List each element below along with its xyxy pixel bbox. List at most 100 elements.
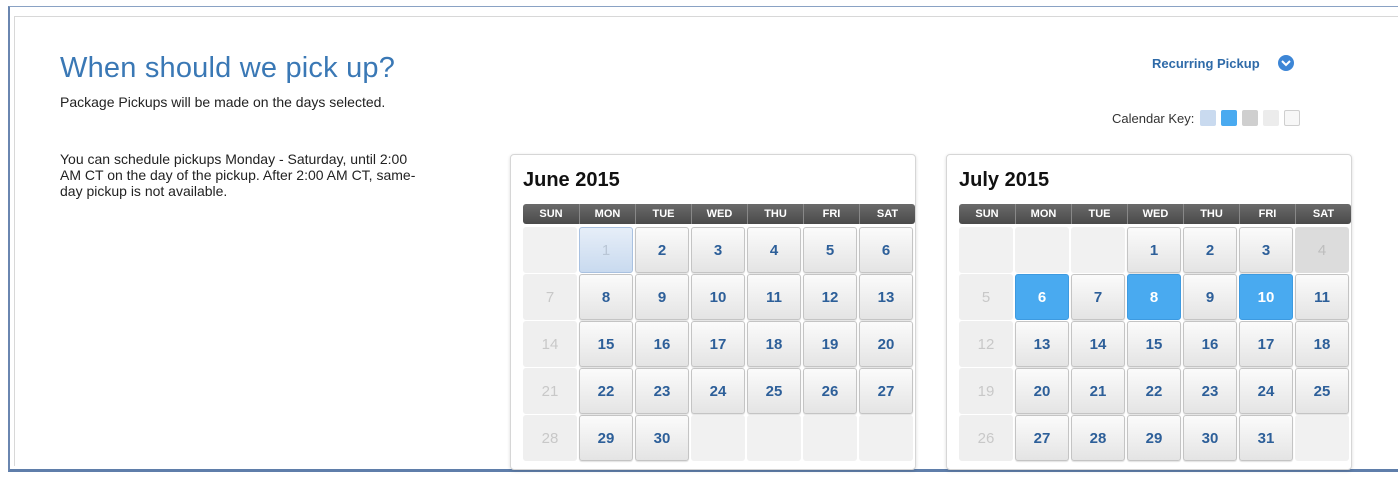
- key-swatch-available: [1284, 110, 1301, 126]
- day-cell-2[interactable]: 2: [635, 227, 689, 273]
- day-cell-16[interactable]: 16: [1183, 321, 1237, 367]
- day-cell-2[interactable]: 2: [1183, 227, 1237, 273]
- day-cell-7[interactable]: 7: [1071, 274, 1125, 320]
- day-cell-17[interactable]: 17: [1239, 321, 1293, 367]
- day-cell-29[interactable]: 29: [579, 415, 633, 461]
- weekday-thu: THU: [1183, 204, 1239, 224]
- day-cell-6[interactable]: 6: [1015, 274, 1069, 320]
- day-cell-18[interactable]: 18: [1295, 321, 1349, 367]
- day-cell-27[interactable]: 27: [859, 368, 913, 414]
- key-swatch-unavailable: [1263, 110, 1280, 126]
- empty-day-cell: [523, 227, 577, 273]
- day-cell-13[interactable]: 13: [1015, 321, 1069, 367]
- weekday-sun: SUN: [539, 208, 563, 220]
- day-cell-23[interactable]: 23: [635, 368, 689, 414]
- day-cell-25[interactable]: 25: [1295, 368, 1349, 414]
- weekday-header: SUN MON TUE WED THU FRI SAT: [959, 204, 1351, 224]
- day-cell-29[interactable]: 29: [1127, 415, 1181, 461]
- weekday-sat: SAT: [859, 204, 915, 224]
- day-cell-12[interactable]: 12: [803, 274, 857, 320]
- empty-day-cell: [1015, 227, 1069, 273]
- day-cell-21: 21: [523, 368, 577, 414]
- weekday-mon: MON: [579, 204, 635, 224]
- pickup-info-text: Package Pickups will be made on the days…: [60, 94, 386, 110]
- day-cell-31[interactable]: 31: [1239, 415, 1293, 461]
- day-cell-1[interactable]: 1: [1127, 227, 1181, 273]
- day-cell-4: 4: [1295, 227, 1349, 273]
- weekday-mon: MON: [1015, 204, 1071, 224]
- day-grid: 1 2 3 4 5 6 7 8 9 10 11 12 13 14 15 16 17 18 19 20 21 22 23 24 2…: [959, 227, 1351, 461]
- day-cell-22[interactable]: 22: [1127, 368, 1181, 414]
- empty-day-cell: [959, 227, 1013, 273]
- key-swatch-holiday: [1242, 110, 1259, 126]
- day-cell-15[interactable]: 15: [1127, 321, 1181, 367]
- day-cell-10[interactable]: 10: [1239, 274, 1293, 320]
- day-cell-24[interactable]: 24: [1239, 368, 1293, 414]
- day-cell-28: 28: [523, 415, 577, 461]
- day-cell-1: 1: [579, 227, 633, 273]
- day-cell-9[interactable]: 9: [635, 274, 689, 320]
- day-cell-23[interactable]: 23: [1183, 368, 1237, 414]
- day-cell-11[interactable]: 11: [1295, 274, 1349, 320]
- key-swatch-selected: [1221, 110, 1238, 126]
- day-cell-14[interactable]: 14: [1071, 321, 1125, 367]
- weekday-sat: SAT: [1295, 204, 1351, 224]
- day-cell-26[interactable]: 26: [803, 368, 857, 414]
- weekday-header: SUN MON TUE WED THU FRI SAT: [523, 204, 915, 224]
- empty-day-cell: [691, 415, 745, 461]
- calendar-june-2015: June 2015 SUN MON TUE WED THU FRI SAT 12…: [510, 154, 916, 470]
- day-cell-6[interactable]: 6: [859, 227, 913, 273]
- weekday-wed: WED: [691, 204, 747, 224]
- day-cell-30[interactable]: 30: [1183, 415, 1237, 461]
- day-cell-27[interactable]: 27: [1015, 415, 1069, 461]
- day-cell-9[interactable]: 9: [1183, 274, 1237, 320]
- day-cell-12: 12: [959, 321, 1013, 367]
- day-cell-8[interactable]: 8: [579, 274, 633, 320]
- day-cell-14: 14: [523, 321, 577, 367]
- calendar-july-2015: July 2015 SUN MON TUE WED THU FRI SAT 12…: [946, 154, 1352, 470]
- empty-day-cell: [803, 415, 857, 461]
- calendar-month-title: July 2015: [959, 169, 1050, 191]
- day-grid: 1 2 3 4 5 6 7 8 9 10 11 12 13 14 15 16 17 18 19 20 21 22 23 24 2…: [523, 227, 915, 461]
- weekday-wed: WED: [1127, 204, 1183, 224]
- day-cell-24[interactable]: 24: [691, 368, 745, 414]
- day-cell-28[interactable]: 28: [1071, 415, 1125, 461]
- day-cell-21[interactable]: 21: [1071, 368, 1125, 414]
- empty-day-cell: [1071, 227, 1125, 273]
- day-cell-25[interactable]: 25: [747, 368, 801, 414]
- day-cell-17[interactable]: 17: [691, 321, 745, 367]
- weekday-sun: SUN: [975, 208, 999, 220]
- day-cell-4[interactable]: 4: [747, 227, 801, 273]
- weekday-thu: THU: [747, 204, 803, 224]
- weekday-tue: TUE: [1071, 204, 1127, 224]
- weekday-tue: TUE: [635, 204, 691, 224]
- day-cell-19[interactable]: 19: [803, 321, 857, 367]
- empty-day-cell: [1295, 415, 1349, 461]
- day-cell-10[interactable]: 10: [691, 274, 745, 320]
- key-swatch-today: [1200, 110, 1217, 126]
- day-cell-30[interactable]: 30: [635, 415, 689, 461]
- day-cell-8[interactable]: 8: [1127, 274, 1181, 320]
- day-cell-20[interactable]: 20: [1015, 368, 1069, 414]
- day-cell-22[interactable]: 22: [579, 368, 633, 414]
- day-cell-13[interactable]: 13: [859, 274, 913, 320]
- day-cell-3[interactable]: 3: [1239, 227, 1293, 273]
- day-cell-11[interactable]: 11: [747, 274, 801, 320]
- day-cell-5[interactable]: 5: [803, 227, 857, 273]
- recurring-pickup-toggle[interactable]: Recurring Pickup: [1152, 55, 1294, 71]
- calendar-key: Calendar Key:: [1112, 110, 1305, 126]
- weekday-fri: FRI: [1239, 204, 1295, 224]
- calendar-key-label: Calendar Key:: [1112, 110, 1195, 126]
- day-cell-16[interactable]: 16: [635, 321, 689, 367]
- day-cell-5: 5: [959, 274, 1013, 320]
- day-cell-20[interactable]: 20: [859, 321, 913, 367]
- page-title: When should we pick up?: [60, 52, 396, 84]
- recurring-pickup-label[interactable]: Recurring Pickup: [1152, 56, 1260, 71]
- day-cell-3[interactable]: 3: [691, 227, 745, 273]
- day-cell-15[interactable]: 15: [579, 321, 633, 367]
- calendar-month-title: June 2015: [523, 169, 620, 191]
- day-cell-19: 19: [959, 368, 1013, 414]
- chevron-down-circle-icon[interactable]: [1277, 55, 1294, 71]
- day-cell-26: 26: [959, 415, 1013, 461]
- day-cell-18[interactable]: 18: [747, 321, 801, 367]
